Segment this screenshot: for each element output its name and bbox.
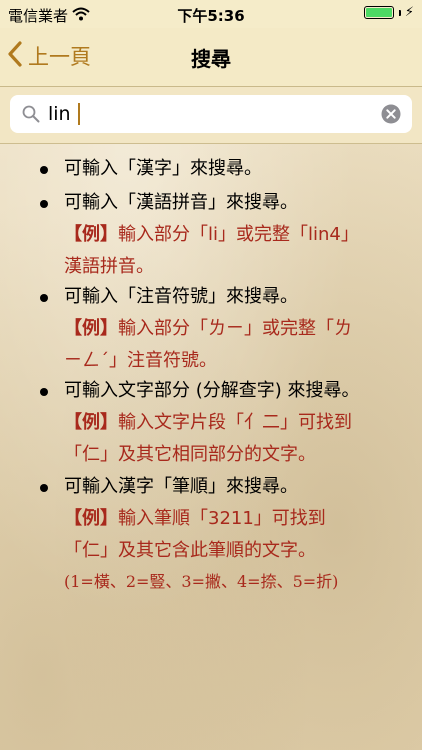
charging-icon: ⚡: [404, 5, 414, 20]
battery-tip: [398, 9, 401, 16]
help-item-components: 可輸入文字部分 (分解查字) 來搜尋。: [64, 380, 360, 401]
search-bar: [0, 87, 422, 144]
example-text: 輸入筆順「3211」可找到: [118, 508, 326, 529]
help-example-stroke-order-cont: 「仁」及其它含此筆順的文字。: [64, 540, 316, 561]
page: 電信業者 下午5:36 ⚡ 上一頁 搜尋 lin 可輸入「漢字」來搜尋。 可輸入…: [0, 0, 422, 750]
status-time: 下午5:36: [177, 7, 245, 25]
search-field[interactable]: [10, 95, 412, 133]
example-text: 輸入部分「ㄌㄧ」或完整「ㄌ: [118, 318, 352, 339]
help-example-zhuyin: 【例】輸入部分「ㄌㄧ」或完整「ㄌ: [64, 314, 352, 340]
help-example-zhuyin-cont: ㄧㄥˊ」注音符號。: [64, 350, 217, 371]
help-example-pinyin: 【例】輸入部分「li」或完整「lin4」: [64, 220, 359, 246]
search-icon: [22, 105, 40, 127]
battery-fill: [365, 8, 392, 17]
bullet: [40, 166, 48, 174]
clear-search-icon[interactable]: [381, 104, 401, 128]
stroke-legend: (1=橫、2=豎、3=撇、4=捺、5=折): [64, 572, 339, 591]
battery-icon: [363, 6, 394, 19]
text-caret: [78, 103, 80, 125]
bullet: [40, 200, 48, 208]
help-item-hanzi: 可輸入「漢字」來搜尋。: [64, 158, 262, 179]
bullet: [40, 388, 48, 396]
bullet: [40, 294, 48, 302]
example-tag: 【例】: [64, 412, 118, 433]
search-input[interactable]: [48, 95, 368, 133]
help-example-pinyin-cont: 漢語拼音。: [64, 256, 154, 277]
status-bar: 電信業者 下午5:36 ⚡: [0, 0, 422, 28]
example-tag: 【例】: [64, 224, 118, 245]
help-example-components: 【例】輸入文字片段「亻二」可找到: [64, 408, 352, 434]
help-example-components-cont: 「仁」及其它相同部分的文字。: [64, 444, 316, 465]
example-text: 輸入部分「li」或完整「lin4」: [118, 224, 359, 245]
example-text: 輸入文字片段「亻二」可找到: [118, 412, 352, 433]
example-tag: 【例】: [64, 508, 118, 529]
status-right: ⚡: [363, 5, 414, 20]
help-item-pinyin: 可輸入「漢語拼音」來搜尋。: [64, 192, 298, 213]
help-example-stroke-order: 【例】輸入筆順「3211」可找到: [64, 504, 326, 530]
page-title: 搜尋: [191, 47, 231, 71]
bullet: [40, 484, 48, 492]
example-tag: 【例】: [64, 318, 118, 339]
navigation-bar: 上一頁 搜尋: [0, 28, 422, 87]
help-item-stroke-order: 可輸入漢字「筆順」來搜尋。: [64, 476, 298, 497]
help-item-zhuyin: 可輸入「注音符號」來搜尋。: [64, 286, 298, 307]
